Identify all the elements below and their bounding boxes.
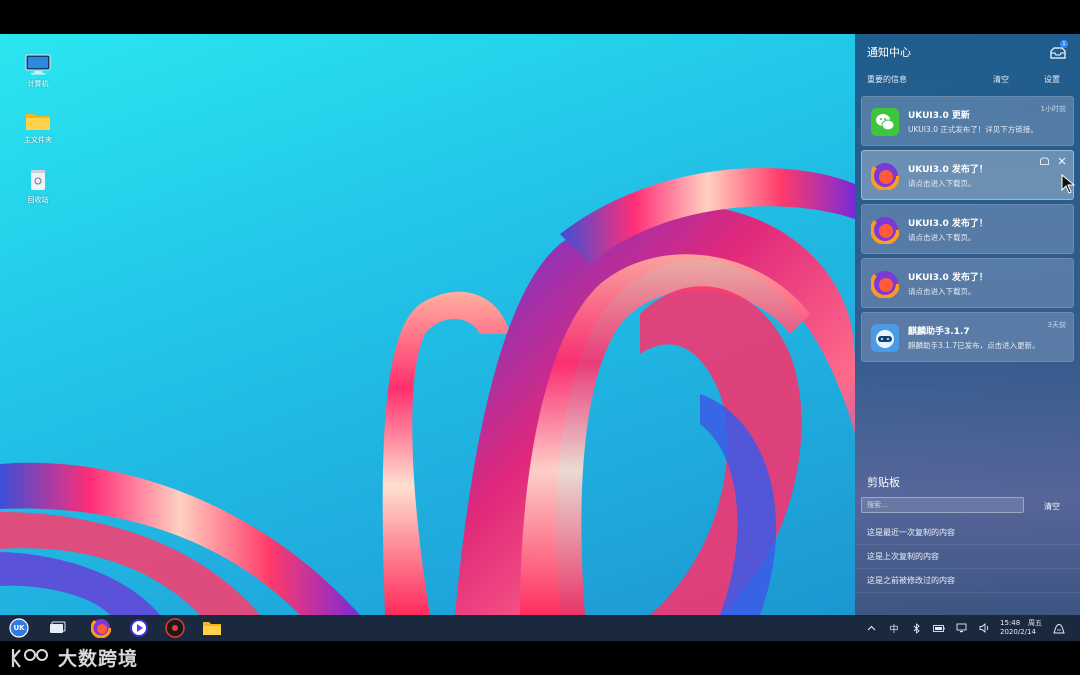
start-menu-label: UK bbox=[13, 624, 25, 632]
notification-body: 麒麟助手3.1.7已发布，点击进入更新。 bbox=[908, 341, 1040, 350]
clock-time: 15:48 bbox=[1000, 619, 1021, 627]
network-icon bbox=[956, 623, 967, 633]
taskbar-media-player-button[interactable] bbox=[129, 618, 149, 638]
notification-settings-button[interactable]: 设置 bbox=[1044, 74, 1060, 85]
multitask-view-icon bbox=[50, 621, 66, 633]
watermark-logo-icon bbox=[11, 648, 48, 668]
taskbar-clock[interactable]: 15:48 周五 2020/2/14 bbox=[1000, 619, 1042, 637]
notification-title: UKUI3.0 发布了！ bbox=[908, 219, 988, 229]
clipboard-item[interactable]: 这是最近一次复制的内容 bbox=[855, 521, 1080, 545]
mouse-cursor-icon bbox=[1061, 174, 1075, 194]
top-letterbox bbox=[0, 0, 1080, 34]
clipboard-search-input[interactable] bbox=[861, 497, 1024, 513]
message-box-button[interactable]: 1 bbox=[1050, 40, 1068, 59]
watermark: 大数跨境 bbox=[10, 644, 138, 671]
trash-icon bbox=[31, 170, 45, 190]
battery-button[interactable] bbox=[931, 615, 947, 641]
notification-card[interactable]: 麒麟助手3.1.7 麒麟助手3.1.7已发布，点击进入更新。 3天前 bbox=[861, 312, 1074, 362]
clear-notifications-button[interactable]: 清空 bbox=[993, 74, 1009, 85]
desktop-icon-label: 回收站 bbox=[27, 196, 49, 204]
notification-center-icon bbox=[1053, 624, 1065, 634]
volume-icon bbox=[979, 623, 988, 633]
bluetooth-button[interactable] bbox=[909, 615, 923, 641]
taskbar-music-player-button[interactable] bbox=[165, 618, 185, 638]
notification-card[interactable]: UKUI3.0 发布了！ 请点击进入下载页。 bbox=[861, 204, 1074, 254]
important-info-label: 重要的信息 bbox=[867, 75, 907, 84]
taskbar: UK 中 15:48 周五 2020/2/14 bbox=[0, 615, 1080, 641]
notification-body: 请点击进入下载页。 bbox=[908, 179, 976, 188]
notification-title: 麒麟助手3.1.7 bbox=[908, 327, 970, 337]
clock-date: 2020/2/14 bbox=[1000, 628, 1036, 636]
notification-center-button[interactable] bbox=[1050, 615, 1068, 641]
desktop-icon-computer[interactable]: 计算机 bbox=[13, 54, 63, 89]
chevron-up-icon bbox=[867, 625, 875, 631]
close-icon bbox=[1058, 157, 1066, 165]
notification-title: UKUI3.0 发布了！ bbox=[908, 165, 988, 175]
watermark-text: 大数跨境 bbox=[58, 648, 139, 670]
notification-center-title: 通知中心 bbox=[867, 46, 911, 59]
close-notification-button[interactable] bbox=[1058, 157, 1066, 168]
computer-icon bbox=[25, 54, 51, 75]
clipboard-title: 剪贴板 bbox=[867, 476, 900, 489]
notification-center: 通知中心 1 重要的信息 清空 设置 UKUI3.0 更新 UKUI3.0 正式… bbox=[855, 34, 1080, 615]
home-folder-icon bbox=[26, 114, 50, 130]
desktop-icon-label: 计算机 bbox=[27, 80, 49, 88]
input-method-indicator[interactable]: 中 bbox=[886, 615, 902, 641]
desktop-icon-home-folder[interactable]: 主文件夹 bbox=[13, 110, 63, 145]
media-player-icon bbox=[130, 619, 148, 637]
notification-title: UKUI3.0 发布了！ bbox=[908, 273, 988, 283]
firefox-icon bbox=[90, 617, 112, 639]
notification-badge: 1 bbox=[1060, 40, 1068, 48]
notification-card[interactable]: UKUI3.0 发布了！ 请点击进入下载页。 bbox=[861, 150, 1074, 200]
firefox-icon bbox=[871, 162, 899, 190]
volume-button[interactable] bbox=[976, 615, 992, 641]
battery-icon bbox=[933, 624, 945, 632]
clock-weekday: 周五 bbox=[1028, 619, 1042, 627]
notification-time: 3天前 bbox=[1047, 321, 1066, 329]
envelope-icon bbox=[1040, 157, 1049, 165]
taskbar-file-manager-button[interactable] bbox=[202, 618, 222, 638]
clipboard-item[interactable]: 这是之前被修改过的内容 bbox=[855, 569, 1080, 593]
notification-body: 请点击进入下载页。 bbox=[908, 233, 976, 242]
bluetooth-icon bbox=[913, 622, 920, 634]
music-player-icon bbox=[165, 618, 185, 638]
notification-title: UKUI3.0 更新 bbox=[908, 111, 970, 121]
tray-expand-button[interactable] bbox=[864, 615, 878, 641]
notification-card[interactable]: UKUI3.0 更新 UKUI3.0 正式发布了！详见下方链接。 1小时前 bbox=[861, 96, 1074, 146]
wechat-icon bbox=[871, 108, 899, 136]
notification-card[interactable]: UKUI3.0 发布了！ 请点击进入下载页。 bbox=[861, 258, 1074, 308]
firefox-icon bbox=[871, 270, 899, 298]
start-menu-button[interactable]: UK bbox=[9, 618, 29, 638]
desktop-icon-trash[interactable]: 回收站 bbox=[13, 168, 63, 205]
notification-body: UKUI3.0 正式发布了！详见下方链接。 bbox=[908, 125, 1038, 134]
notification-body: 请点击进入下载页。 bbox=[908, 287, 976, 296]
clipboard-clear-button[interactable]: 清空 bbox=[1044, 501, 1060, 512]
multitask-view-button[interactable] bbox=[47, 618, 67, 638]
mark-read-button[interactable] bbox=[1040, 157, 1049, 168]
file-manager-icon bbox=[203, 622, 221, 635]
notification-time: 1小时前 bbox=[1040, 105, 1066, 113]
firefox-icon bbox=[871, 216, 899, 244]
desktop-icon-label: 主文件夹 bbox=[24, 136, 52, 144]
bottom-letterbox bbox=[0, 641, 1080, 675]
clipboard-item[interactable]: 这是上次复制的内容 bbox=[855, 545, 1080, 569]
taskbar-firefox-button[interactable] bbox=[90, 617, 112, 639]
kylin-assistant-icon bbox=[871, 324, 899, 352]
network-button[interactable] bbox=[954, 615, 970, 641]
